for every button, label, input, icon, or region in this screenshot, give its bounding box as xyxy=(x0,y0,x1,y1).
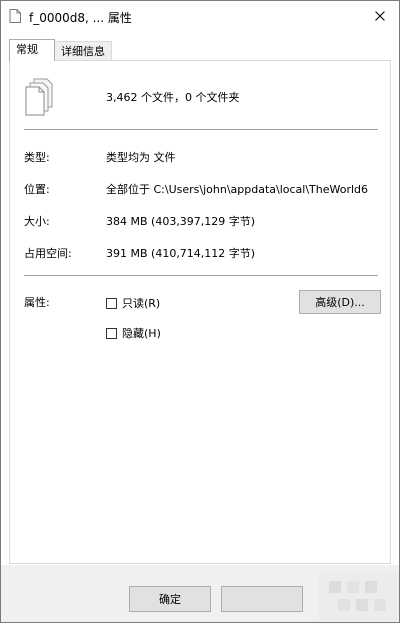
hidden-checkbox[interactable]: 隐藏(H) xyxy=(106,325,161,341)
ok-button[interactable]: 确定 xyxy=(129,586,211,612)
attributes-label: 属性: xyxy=(24,296,50,309)
tab-general[interactable]: 常规 xyxy=(9,39,55,61)
readonly-label: 只读(R) xyxy=(122,297,161,310)
properties-dialog: f_0000d8, ... 属性 详细信息 常规 3,462 个文件，0 个文件… xyxy=(0,0,400,623)
readonly-checkbox[interactable]: 只读(R) xyxy=(106,295,160,311)
location-label: 位置: xyxy=(24,183,50,196)
multiple-files-icon xyxy=(25,78,53,116)
hidden-label: 隐藏(H) xyxy=(122,327,161,340)
file-icon xyxy=(9,9,21,23)
separator xyxy=(24,129,378,130)
title-bar: f_0000d8, ... 属性 xyxy=(1,1,399,31)
close-icon xyxy=(375,11,385,21)
checkbox-box[interactable] xyxy=(106,297,117,309)
size-on-disk-label: 占用空间: xyxy=(24,247,72,260)
size-label: 大小: xyxy=(24,215,50,228)
close-button[interactable] xyxy=(365,3,395,29)
watermark-logo xyxy=(319,573,397,621)
general-tab-panel: 3,462 个文件，0 个文件夹 类型: 类型均为 文件 位置: 全部位于 C:… xyxy=(9,60,391,564)
separator xyxy=(24,275,378,276)
type-label: 类型: xyxy=(24,151,50,164)
tab-details[interactable]: 详细信息 xyxy=(54,41,112,61)
type-value: 类型均为 文件 xyxy=(106,151,176,164)
checkbox-box[interactable] xyxy=(106,327,117,339)
advanced-button[interactable]: 高级(D)... xyxy=(299,290,381,314)
cancel-button[interactable] xyxy=(221,586,303,612)
file-count: 3,462 个文件，0 个文件夹 xyxy=(106,91,240,104)
location-value: 全部位于 C:\Users\john\appdata\local\TheWorl… xyxy=(106,183,369,196)
size-value: 384 MB (403,397,129 字节) xyxy=(106,215,256,228)
size-on-disk-value: 391 MB (410,714,112 字节) xyxy=(106,247,256,260)
window-title: f_0000d8, ... 属性 xyxy=(29,11,132,25)
